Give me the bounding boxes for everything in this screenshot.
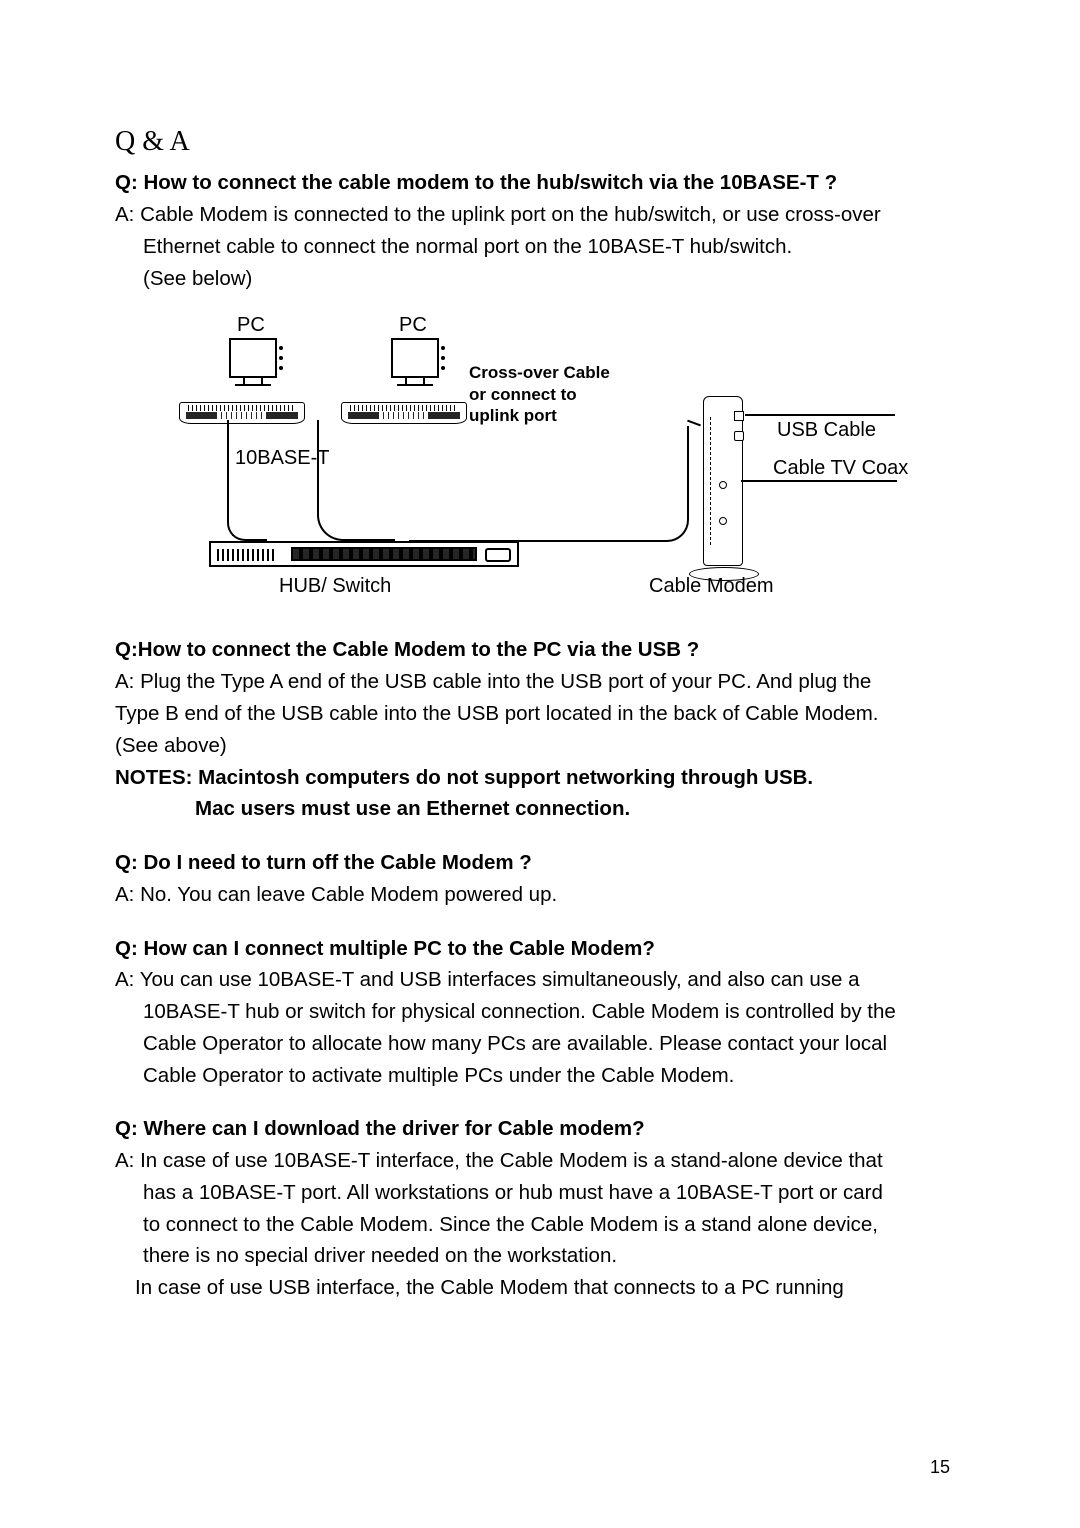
answer-1-line: Ethernet cable to connect the normal por…	[115, 231, 965, 263]
notes-line: NOTES: Macintosh computers do not suppor…	[115, 762, 965, 794]
question-1: Q: How to connect the cable modem to the…	[115, 167, 965, 199]
answer-1-line: (See below)	[115, 263, 965, 295]
answer-5-line: there is no special driver needed on the…	[115, 1240, 965, 1272]
answer-1-line: A: Cable Modem is connected to the uplin…	[115, 199, 965, 231]
page-number: 15	[930, 1454, 950, 1482]
cable-tv-coax-label: Cable TV Coax	[773, 456, 908, 481]
answer-3: A: No. You can leave Cable Modem powered…	[115, 879, 965, 911]
answer-4-line: A: You can use 10BASE-T and USB interfac…	[115, 964, 965, 996]
cable-modem-icon	[689, 396, 759, 581]
crossover-line: Cross-over Cable	[469, 363, 610, 382]
answer-4-line: Cable Operator to activate multiple PCs …	[115, 1060, 965, 1092]
answer-2-line: (See above)	[115, 730, 965, 762]
cable-modem-label: Cable Modem	[649, 574, 774, 599]
question-2: Q:How to connect the Cable Modem to the …	[115, 634, 965, 666]
answer-5-line: has a 10BASE-T port. All workstations or…	[115, 1177, 965, 1209]
notes-line: Mac users must use an Ethernet connectio…	[115, 793, 965, 825]
hub-switch-label: HUB/ Switch	[279, 574, 391, 599]
section-title: Q & A	[115, 120, 965, 163]
usb-cable-label: USB Cable	[777, 418, 876, 443]
crossover-line: uplink port	[469, 406, 557, 425]
answer-4-line: Cable Operator to allocate how many PCs …	[115, 1028, 965, 1060]
pc-label: PC	[237, 310, 265, 341]
pc-icon	[223, 338, 283, 386]
pc-icon	[385, 338, 445, 386]
question-5: Q: Where can I download the driver for C…	[115, 1113, 965, 1145]
answer-2-line: A: Plug the Type A end of the USB cable …	[115, 666, 965, 698]
cable-line	[317, 420, 395, 541]
cable-line	[409, 426, 689, 542]
question-3: Q: Do I need to turn off the Cable Modem…	[115, 847, 965, 879]
question-4: Q: How can I connect multiple PC to the …	[115, 933, 965, 965]
answer-5-line: to connect to the Cable Modem. Since the…	[115, 1209, 965, 1241]
answer-5-line: A: In case of use 10BASE-T interface, th…	[115, 1145, 965, 1177]
hub-switch-icon	[209, 541, 519, 567]
answer-2-line: Type B end of the USB cable into the USB…	[115, 698, 965, 730]
answer-5-line: In case of use USB interface, the Cable …	[115, 1272, 965, 1304]
connection-diagram: PC PC 10BASE-T HUB/ Switch Cross-over Ca…	[149, 316, 909, 616]
ten-base-t-label: 10BASE-T	[235, 446, 329, 471]
pc-label: PC	[399, 310, 427, 341]
answer-4-line: 10BASE-T hub or switch for physical conn…	[115, 996, 965, 1028]
crossover-label: Cross-over Cable or connect to uplink po…	[469, 362, 639, 426]
cable-line	[745, 414, 895, 416]
cable-line	[227, 420, 267, 541]
crossover-line: or connect to	[469, 385, 577, 404]
